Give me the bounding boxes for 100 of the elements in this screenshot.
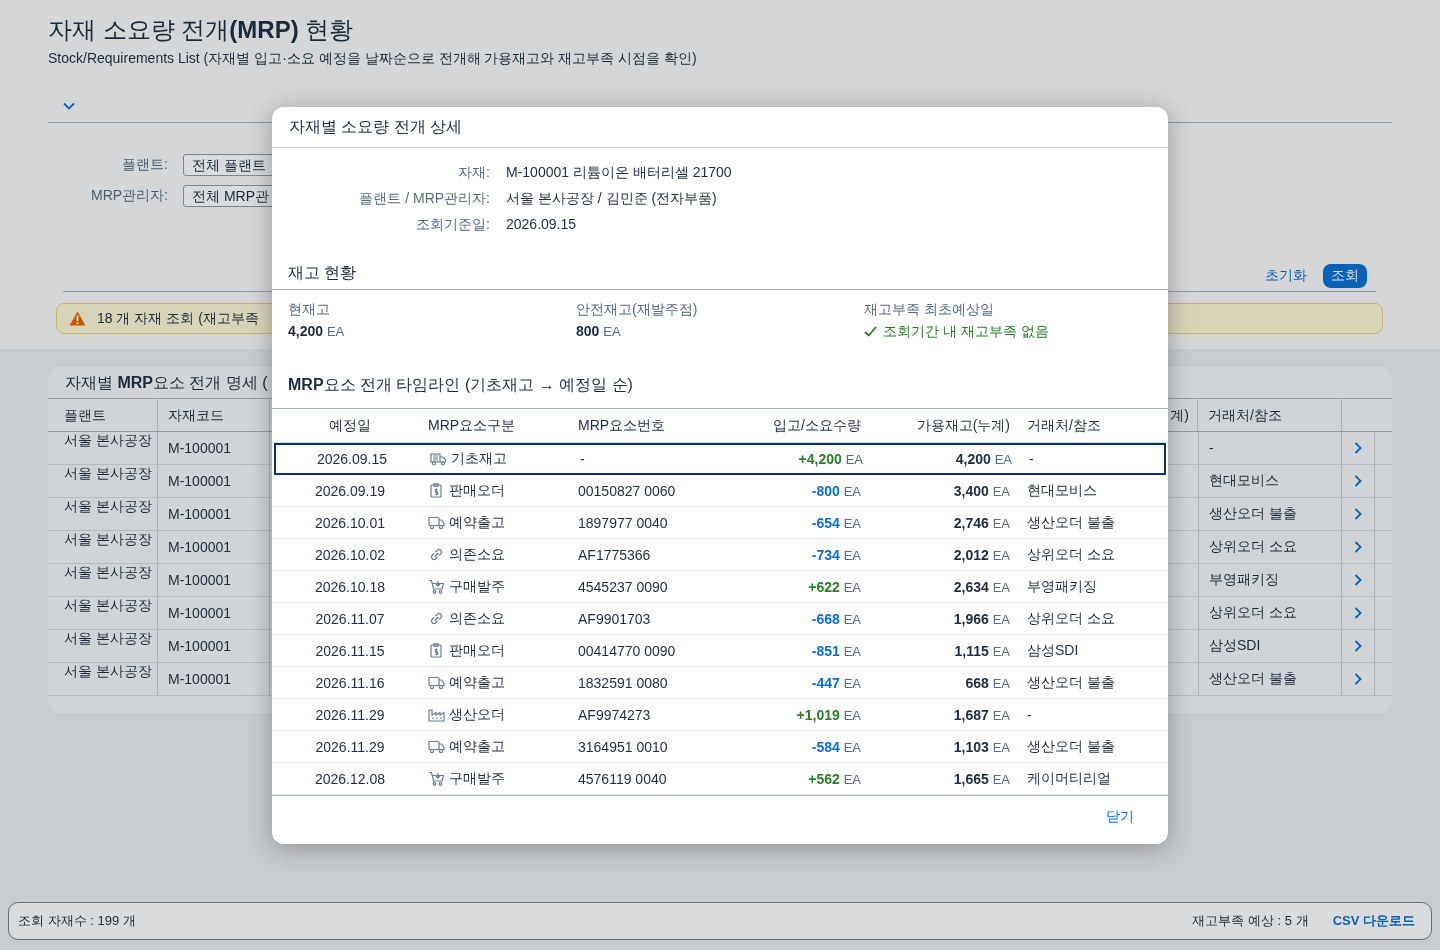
table-cell: 서울 본사공장 [48, 597, 158, 629]
truck-icon [428, 675, 445, 690]
chevron-right-icon [1354, 541, 1362, 553]
field-label: 플랜트 / MRP관리자: [358, 189, 490, 208]
chevron-right-icon [1354, 475, 1362, 487]
table-cell-text: 3,400 EA [952, 482, 1011, 499]
table-cell-text: 4545237 0090 [578, 578, 669, 595]
table-cell-text: 2026.11.16 [314, 674, 386, 691]
table-cell-text: 2026.10.18 [313, 578, 387, 595]
table-cell: 상위오더 소요 [1198, 531, 1342, 563]
table-cell-text: 2026.10.01 [313, 514, 387, 531]
table-cell-text: 1,966 EA [952, 610, 1011, 627]
table-cell: 서울 본사공장 [48, 531, 158, 563]
table-cell-text: - [1028, 450, 1035, 467]
field-label: 조회기준일: [415, 215, 490, 234]
table-cell-text: 삼성SDI [1026, 641, 1080, 660]
table-cell-text: -734 EA [810, 546, 862, 563]
timeline-row[interactable]: 2026.11.16 예약출고 1832591 0080 -447 EA 668 EA 생산오더 불출 [272, 667, 1168, 699]
factory-icon [428, 707, 445, 722]
table-cell-text: 1,665 EA [952, 770, 1011, 787]
timeline-row[interactable]: 2026.11.29 생산오더 AF9974273 +1,019 EA 1,687 EA - [272, 699, 1168, 731]
field-value: M-100001 리튬이온 배터리셀 21700 [506, 163, 733, 182]
table-cell-text: 생산오더 불출 [1026, 737, 1116, 756]
table-cell-text: 부영패키징 [1026, 577, 1098, 596]
link-icon [428, 547, 445, 562]
table-cell: 예약출고 [449, 737, 505, 756]
chevron-right-icon [1354, 640, 1362, 652]
section-title: MRP요소 전개 타임라인 (기초재고 → 예정일 순) [272, 373, 1168, 409]
table-cell-text: +1,019 EA [795, 706, 862, 723]
table-cell-text: 2026.11.15 [314, 642, 386, 659]
status-text: 조회기간 내 재고부족 없음 [883, 322, 1049, 341]
table-cell: M-100001 [158, 663, 270, 695]
chevron-down-icon[interactable] [63, 102, 75, 110]
search-button[interactable]: 조회 [1323, 264, 1367, 288]
warning-icon [69, 311, 86, 326]
table-cell-text: AF9901703 [578, 610, 652, 627]
timeline-row[interactable]: 2026.09.19 판매오더 00150827 0060 -800 EA 3,400 EA 현대모비스 [272, 475, 1168, 507]
field-label: 자재: [457, 163, 490, 182]
field-value: 서울 본사공장 / 김민준 (전자부품) [506, 189, 718, 208]
table-cell: M-100001 [158, 564, 270, 596]
table-cell: 판매오더 [449, 641, 505, 660]
table-cell: 서울 본사공장 [48, 465, 158, 497]
table-cell: 서울 본사공장 [48, 564, 158, 596]
filter-label: 플랜트: [121, 156, 168, 174]
timeline-row[interactable]: 2026.10.01 예약출고 1897977 0040 -654 EA 2,746 EA 생산오더 불출 [272, 507, 1168, 539]
table-cell: 의존소요 [449, 609, 505, 628]
table-cell: M-100001 [158, 432, 270, 464]
table-cell-text: 668 EA [964, 674, 1011, 691]
table-cell-text: 00150827 0060 [578, 482, 677, 499]
warehouse-icon [430, 451, 447, 466]
timeline-row[interactable]: 2026.11.29 예약출고 3164951 0010 -584 EA 1,103 EA 생산오더 불출 [272, 731, 1168, 763]
table-cell: - [1198, 432, 1342, 464]
chevron-right-icon [1354, 508, 1362, 520]
table-cell-text: 2026.10.02 [313, 546, 387, 563]
reset-button[interactable]: 초기화 [1265, 267, 1307, 285]
table-cell: 의존소요 [449, 545, 505, 564]
table-cell-text: 4576119 0040 [578, 770, 668, 787]
chevron-right-icon [1354, 673, 1362, 685]
table-cell-text: +4,200 EA [797, 450, 864, 467]
table-cell: 예약출고 [449, 513, 505, 532]
table-cell: 생산오더 불출 [1198, 663, 1342, 695]
table-cell-text: -584 EA [810, 738, 862, 755]
table-cell-text: 1897977 0040 [578, 514, 669, 531]
page-title: 자재 소요량 전개(MRP) 현황 [48, 15, 355, 45]
table-cell: 예약출고 [449, 673, 505, 692]
table-cell-text: +622 EA [807, 578, 862, 595]
table-cell: 부영패키징 [1198, 564, 1342, 596]
table-cell-text: -851 EA [810, 642, 862, 659]
table-cell-text: 00414770 0090 [578, 642, 677, 659]
timeline-row[interactable]: 2026.12.08 구매발주 4576119 0040 +562 EA 1,665 EA 케이머티리얼 [272, 763, 1168, 795]
timeline-row[interactable]: 2026.11.07 의존소요 AF9901703 -668 EA 1,966 EA 상위오더 소요 [272, 603, 1168, 635]
table-cell-text: -654 EA [810, 514, 862, 531]
shortage-count: 재고부족 예상 : 5 개 [1192, 912, 1309, 930]
check-icon [864, 325, 877, 337]
table-cell: M-100001 [158, 597, 270, 629]
timeline-row[interactable]: 2026.10.02 의존소요 AF1775366 -734 EA 2,012 EA 상위오더 소요 [272, 539, 1168, 571]
clipboard-icon [428, 643, 445, 658]
field-value: 2026.09.15 [506, 215, 578, 234]
table-cell-text: -668 EA [810, 610, 862, 627]
table-cell-text: 4,200 EA [954, 450, 1013, 467]
table-cell: 현대모비스 [1198, 465, 1342, 497]
dialog-title: 자재별 소요량 전개 상세 [272, 107, 1168, 148]
table-cell-text: 2026.09.19 [313, 482, 387, 499]
table-cell: M-100001 [158, 630, 270, 662]
table-cell-text: - [580, 450, 586, 467]
truck-icon [428, 739, 445, 754]
table-cell-text: AF1775366 [578, 546, 652, 563]
table-cell-text: 2,746 EA [952, 514, 1011, 531]
table-cell: 기초재고 [451, 449, 507, 468]
table-cell: 서울 본사공장 [48, 663, 158, 695]
csv-download-link[interactable]: CSV 다운로드 [1332, 912, 1415, 930]
table-cell-text: 2,634 EA [952, 578, 1011, 595]
column-header: 거래처/참조 [1198, 399, 1342, 431]
timeline-row[interactable]: 2026.10.18 구매발주 4545237 0090 +622 EA 2,634 EA 부영패키징 [272, 571, 1168, 603]
table-cell: M-100001 [158, 465, 270, 497]
close-button[interactable]: 닫기 [1106, 808, 1134, 826]
stock-label: 안전재고(재발주점) [576, 300, 699, 319]
table-cell-text: +562 EA [807, 770, 862, 787]
timeline-row[interactable]: 2026.11.15 판매오더 00414770 0090 -851 EA 1,115 EA 삼성SDI [272, 635, 1168, 667]
timeline-row[interactable]: 2026.09.15 기초재고 - +4,200 EA 4,200 EA - [274, 443, 1166, 475]
